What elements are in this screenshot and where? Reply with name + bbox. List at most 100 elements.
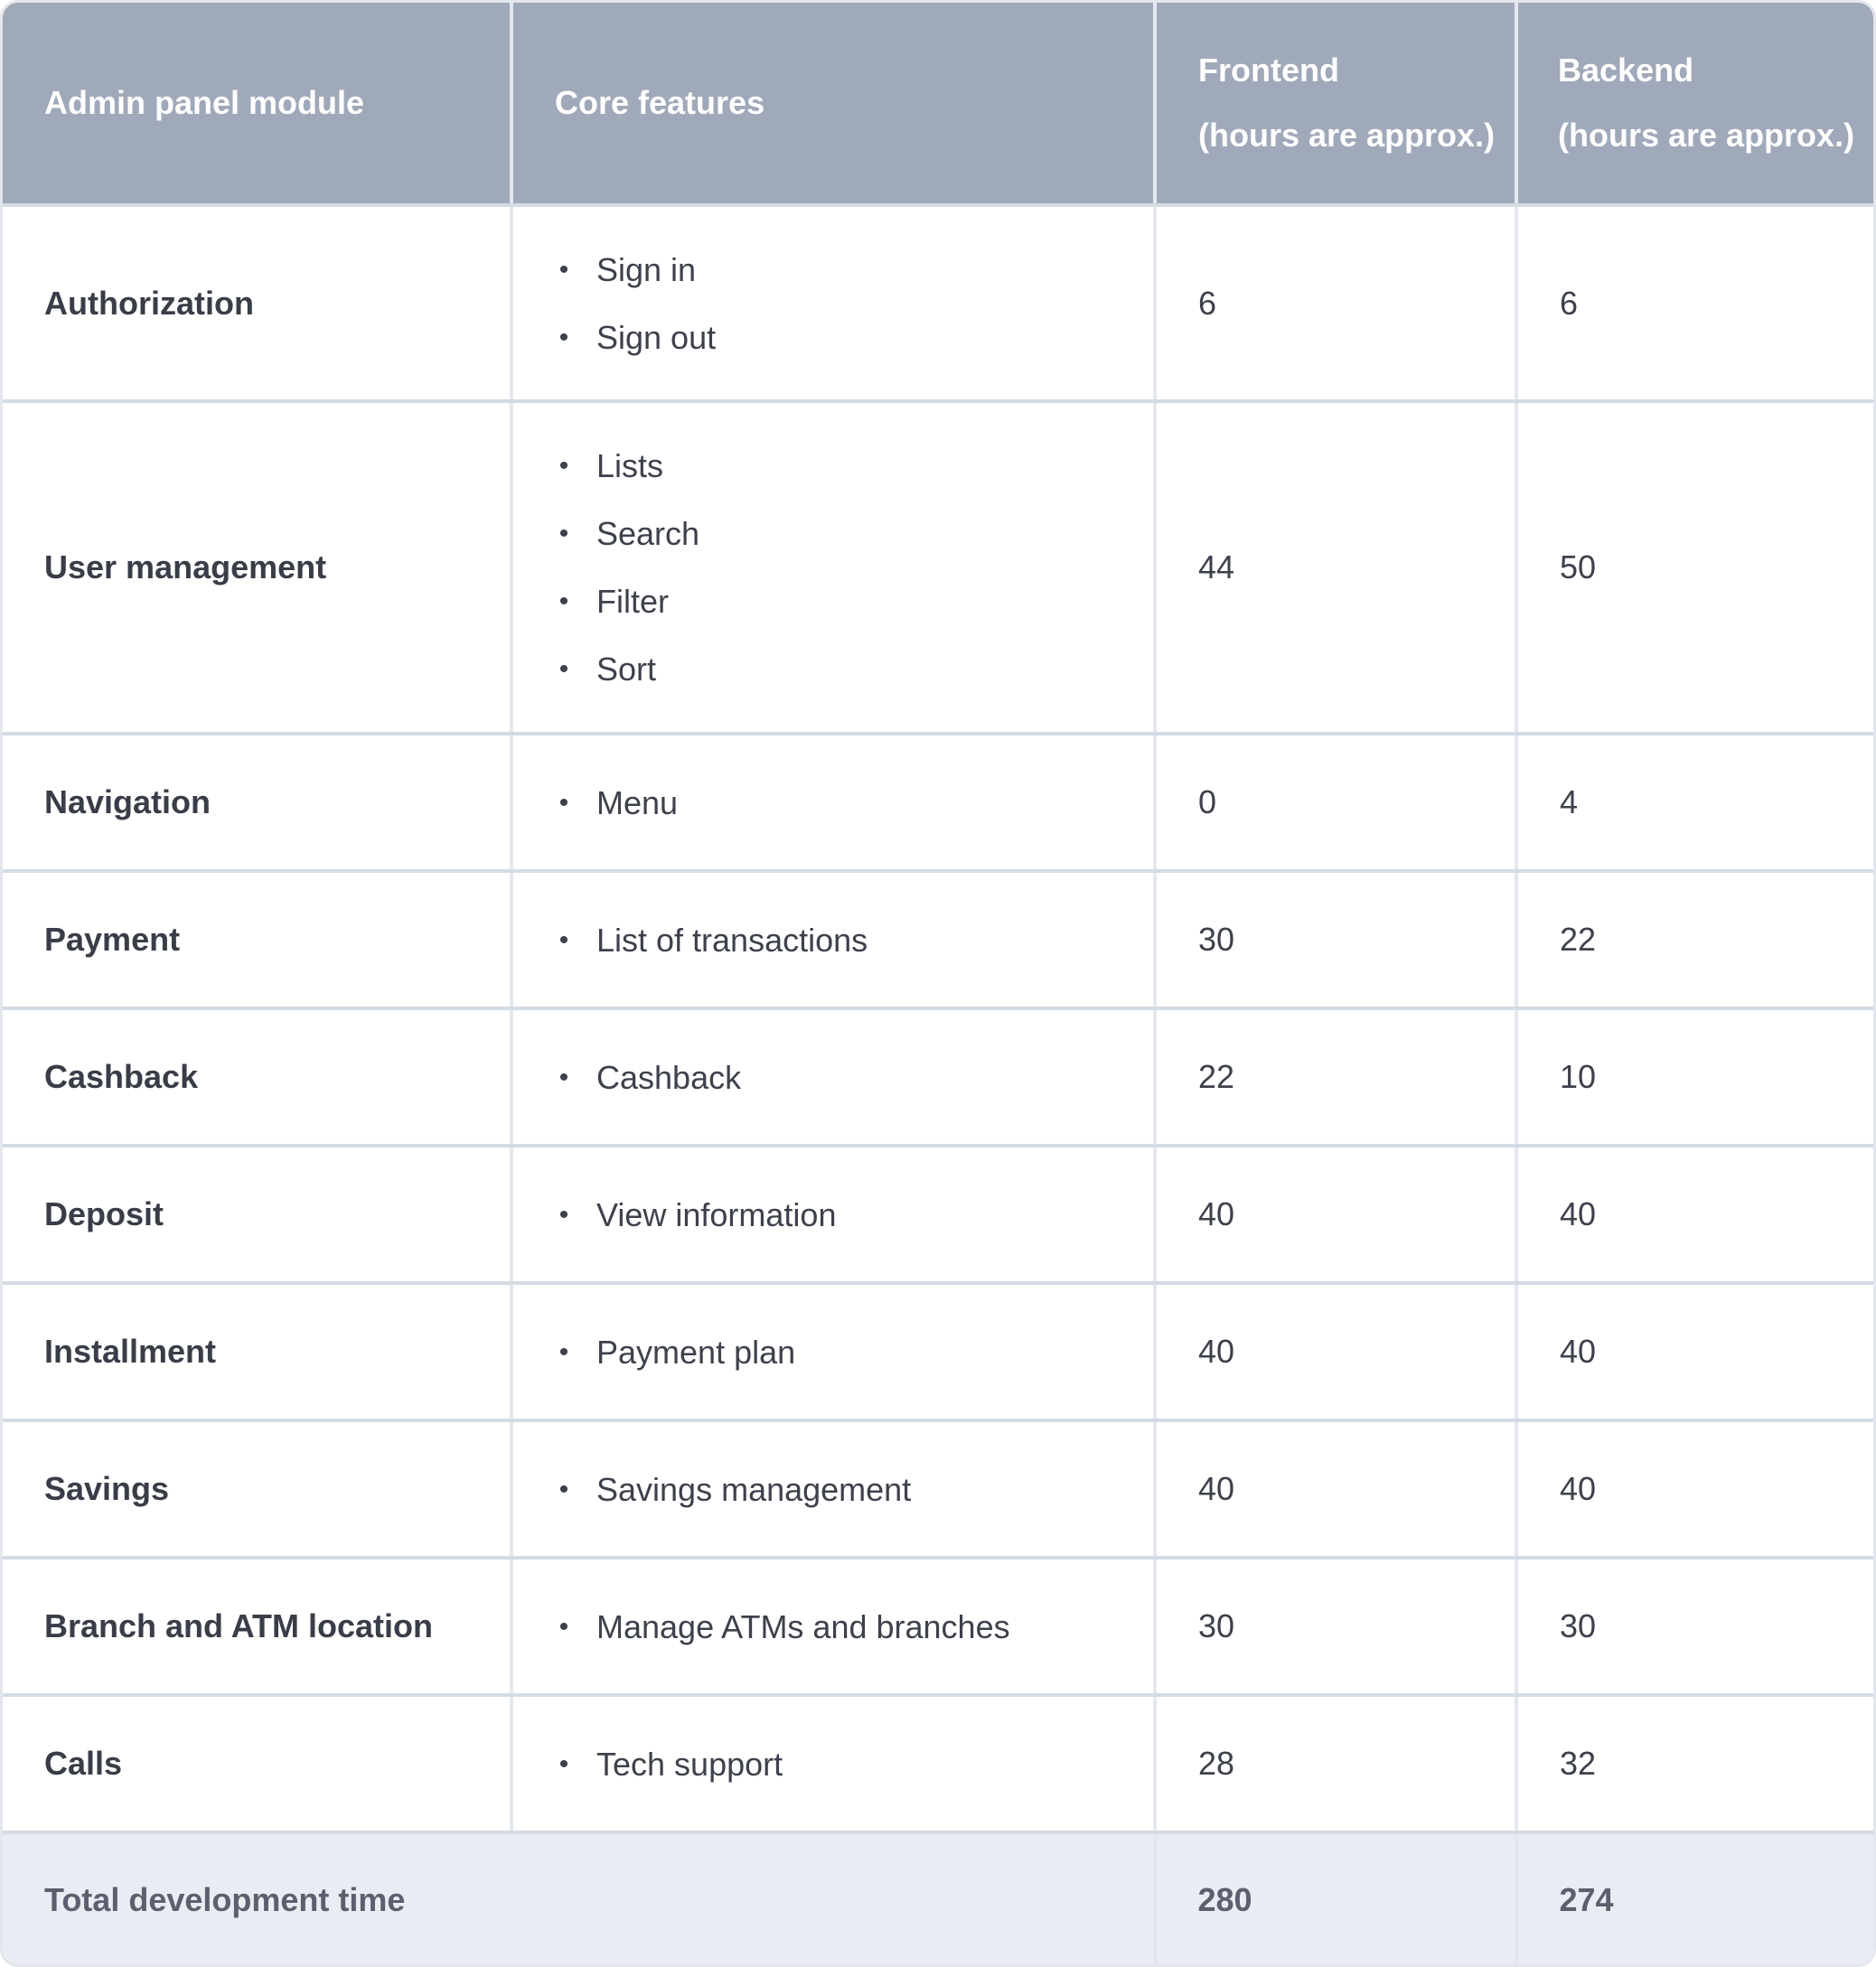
feature-list: • Menu (555, 769, 1153, 837)
frontend-hours: 0 (1155, 734, 1518, 873)
header-module: Admin panel module (3, 3, 513, 207)
frontend-hours: 28 (1155, 1695, 1518, 1834)
module-name: Branch and ATM location (3, 1558, 513, 1697)
feature-item: • Sign out (555, 304, 1153, 371)
bullet-icon: • (558, 322, 569, 352)
table-row: Authorization • Sign in • Sign out 6 6 (3, 205, 1873, 403)
module-name: Deposit (3, 1146, 513, 1285)
feature-list: • Sign in • Sign out (555, 236, 1153, 371)
module-name: Navigation (3, 734, 513, 873)
core-features: • Manage ATMs and branches (511, 1558, 1157, 1697)
backend-hours: 4 (1516, 734, 1873, 873)
feature-item: • Cashback (555, 1044, 1153, 1111)
table-row: Installment • Payment plan 40 40 (3, 1283, 1873, 1422)
feature-item: • Payment plan (555, 1318, 1153, 1386)
frontend-hours: 40 (1155, 1283, 1518, 1422)
core-features: • List of transactions (511, 871, 1157, 1010)
module-name: Savings (3, 1420, 513, 1560)
feature-list: • Payment plan (555, 1318, 1153, 1386)
feature-item: • Menu (555, 769, 1153, 837)
frontend-hours: 30 (1155, 871, 1518, 1010)
table-row: Savings • Savings management 40 40 (3, 1420, 1873, 1560)
module-name: Payment (3, 871, 513, 1010)
core-features: • Payment plan (511, 1283, 1157, 1422)
feature-item: • Savings management (555, 1456, 1153, 1523)
bullet-icon: • (558, 1474, 569, 1504)
header-backend: Backend (hours are approx.) (1516, 3, 1873, 207)
feature-label: Filter (596, 583, 669, 620)
bullet-icon: • (558, 451, 569, 481)
feature-label: Sign in (596, 250, 697, 288)
header-frontend-title: Frontend (1198, 52, 1339, 89)
table-row: User management • Lists • Search • Filter • Sort… (3, 401, 1873, 735)
feature-label: Savings management (596, 1470, 912, 1508)
backend-hours: 22 (1516, 871, 1873, 1010)
bullet-icon: • (558, 1062, 569, 1092)
module-name: Authorization (3, 205, 513, 403)
backend-hours: 10 (1516, 1008, 1873, 1147)
frontend-hours: 40 (1155, 1146, 1518, 1285)
frontend-hours: 6 (1155, 205, 1518, 403)
core-features: • Tech support (511, 1695, 1157, 1834)
core-features: • Menu (511, 734, 1157, 873)
table-row: Calls • Tech support 28 32 (3, 1695, 1873, 1834)
total-frontend: 280 (1155, 1832, 1518, 1964)
feature-item: • View information (555, 1181, 1153, 1249)
table-row: Deposit • View information 40 40 (3, 1146, 1873, 1285)
table-row: Navigation • Menu 0 4 (3, 734, 1873, 873)
frontend-hours: 22 (1155, 1008, 1518, 1147)
frontend-hours: 44 (1155, 401, 1518, 735)
header-backend-note: (hours are approx.) (1558, 117, 1855, 154)
core-features: • Lists • Search • Filter • Sort (511, 401, 1157, 735)
feature-list: • View information (555, 1181, 1153, 1249)
backend-hours: 30 (1516, 1558, 1873, 1697)
feature-list: • Manage ATMs and branches (555, 1593, 1153, 1661)
header-features: Core features (511, 3, 1157, 207)
module-name: Calls (3, 1695, 513, 1834)
frontend-hours: 40 (1155, 1420, 1518, 1560)
feature-list: • Tech support (555, 1730, 1153, 1798)
feature-label: Lists (596, 447, 664, 484)
table-footer-row: Total development time 280 274 (3, 1832, 1873, 1964)
feature-label: View information (596, 1195, 837, 1233)
feature-item: • Manage ATMs and branches (555, 1593, 1153, 1661)
bullet-icon: • (558, 254, 569, 285)
feature-item: • Sort (555, 635, 1153, 703)
bullet-icon: • (558, 519, 569, 548)
feature-item: • Lists (555, 432, 1153, 500)
estimate-table: Admin panel module Core features Fronten… (3, 3, 1873, 1964)
feature-item: • Tech support (555, 1730, 1153, 1798)
module-name: Installment (3, 1283, 513, 1422)
backend-hours: 40 (1516, 1420, 1873, 1560)
backend-hours: 40 (1516, 1146, 1873, 1285)
feature-list: • List of transactions (555, 906, 1153, 974)
bullet-icon: • (558, 654, 569, 684)
feature-item: • List of transactions (555, 906, 1153, 974)
feature-label: Search (596, 515, 700, 552)
feature-label: Sign out (596, 318, 717, 356)
core-features: • Savings management (511, 1420, 1157, 1560)
core-features: • View information (511, 1146, 1157, 1285)
feature-list: • Savings management (555, 1456, 1153, 1523)
backend-hours: 40 (1516, 1283, 1873, 1422)
total-backend: 274 (1516, 1832, 1873, 1964)
backend-hours: 50 (1516, 401, 1873, 735)
table-row: Payment • List of transactions 30 22 (3, 871, 1873, 1010)
table-header-row: Admin panel module Core features Fronten… (3, 3, 1873, 207)
header-frontend-note: (hours are approx.) (1198, 117, 1496, 154)
feature-label: Payment plan (596, 1333, 796, 1371)
total-label: Total development time (3, 1832, 1157, 1964)
module-name: Cashback (3, 1008, 513, 1147)
feature-list: • Cashback (555, 1044, 1153, 1111)
table-row: Branch and ATM location • Manage ATMs and … (3, 1558, 1873, 1697)
core-features: • Sign in • Sign out (511, 205, 1157, 403)
feature-item: • Filter (555, 567, 1153, 635)
table-row: Cashback • Cashback 22 10 (3, 1008, 1873, 1147)
bullet-icon: • (558, 586, 569, 616)
feature-label: List of transactions (596, 921, 868, 959)
module-name: User management (3, 401, 513, 735)
header-frontend: Frontend (hours are approx.) (1155, 3, 1518, 207)
backend-hours: 32 (1516, 1695, 1873, 1834)
bullet-icon: • (558, 787, 569, 818)
feature-item: • Search (555, 500, 1153, 567)
